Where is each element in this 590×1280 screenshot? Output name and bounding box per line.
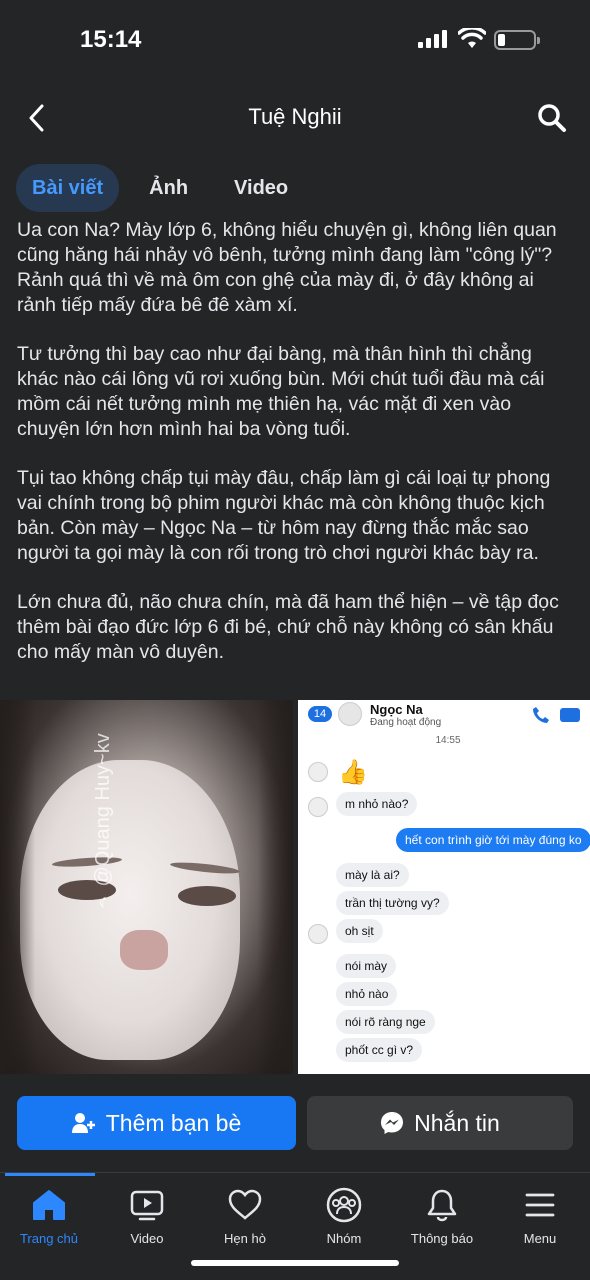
status-bar: 15:14 <box>0 0 590 82</box>
nav-label: Video <box>130 1231 164 1246</box>
search-button[interactable] <box>532 100 572 136</box>
nav-menu[interactable]: Menu <box>495 1185 585 1255</box>
add-friend-label: Thêm bạn bè <box>105 1109 242 1136</box>
post-text: Ua con Na? Mày lớp 6, không hiểu chuyện … <box>17 218 577 689</box>
nav-label: Menu <box>523 1231 557 1246</box>
chat-message: phốt cc gì v? <box>336 1038 423 1062</box>
add-friend-button[interactable]: Thêm bạn bè <box>17 1096 296 1150</box>
profile-actions: Thêm bạn bè Nhắn tin <box>0 1096 590 1152</box>
nav-label: Trang chủ <box>19 1231 79 1246</box>
chat-back-badge: 14 <box>308 706 332 722</box>
message-button[interactable]: Nhắn tin <box>307 1096 573 1150</box>
avatar <box>308 762 328 782</box>
tab-posts[interactable]: Bài viết <box>16 164 120 212</box>
message-label: Nhắn tin <box>414 1109 500 1136</box>
nav-dating[interactable]: Hẹn hò <box>200 1185 290 1255</box>
bell-icon <box>422 1185 462 1225</box>
chat-message: nói mày <box>336 954 397 978</box>
cellular-signal-icon <box>418 30 447 48</box>
video-call-icon <box>560 708 580 722</box>
post-paragraph: Lớn chưa đủ, não chưa chín, mà đã ham th… <box>17 591 559 663</box>
avatar <box>338 702 362 726</box>
profile-tabs: Bài viết Ảnh Video <box>16 164 304 212</box>
chat-header: 14 Ngọc Na Đang hoạt động <box>298 700 590 730</box>
search-icon <box>538 104 566 132</box>
chat-message: mày là ai? <box>336 863 409 887</box>
home-indicator <box>191 1260 399 1266</box>
page-title: Tuệ Nghii <box>248 104 342 129</box>
tab-photos[interactable]: Ảnh <box>133 164 204 212</box>
nav-groups[interactable]: Nhóm <box>299 1185 389 1255</box>
wifi-icon <box>458 28 486 48</box>
active-tab-indicator <box>5 1173 95 1176</box>
nav-home[interactable]: Trang chủ <box>4 1185 94 1255</box>
avatar <box>308 924 328 944</box>
nav-label: Hẹn hò <box>224 1231 266 1246</box>
nav-video[interactable]: Video <box>102 1185 192 1255</box>
groups-icon <box>324 1185 364 1225</box>
nav-label: Nhóm <box>326 1231 362 1246</box>
chat-screenshot[interactable]: 14 Ngọc Na Đang hoạt động 14:55 👍 m nhỏ … <box>298 700 590 1074</box>
chat-message: nhỏ nào <box>336 982 398 1006</box>
menu-icon <box>520 1185 560 1225</box>
video-icon <box>127 1185 167 1225</box>
tab-video[interactable]: Video <box>218 164 304 212</box>
post-paragraph: Tư tưởng thì bay cao như đại bàng, mà th… <box>17 343 545 440</box>
selfie-photo[interactable]: ♪ @Quang Huy~kv <box>0 700 293 1074</box>
chat-timestamp: 14:55 <box>435 735 461 746</box>
post-images[interactable]: ♪ @Quang Huy~kv 14 Ngọc Na Đang hoạt độn… <box>0 700 590 1074</box>
chat-message: hết con trình giờ tới mày đúng ko <box>396 828 590 852</box>
chat-contact-name: Ngọc Na <box>370 702 423 717</box>
tiktok-watermark: ♪ @Quang Huy~kv <box>92 733 114 914</box>
chat-message: nói rõ ràng nge <box>336 1010 435 1034</box>
home-icon <box>29 1185 69 1225</box>
nav-notifications[interactable]: Thông báo <box>397 1185 487 1255</box>
thumbs-up-icon: 👍 <box>338 759 368 786</box>
post-paragraph: Tụi tao không chấp tụi mày đâu, chấp làm… <box>17 467 551 564</box>
status-time: 15:14 <box>80 26 142 53</box>
avatar <box>308 797 328 817</box>
chat-message: oh sịt <box>336 919 383 943</box>
phone-icon <box>533 707 549 723</box>
post-paragraph: Ua con Na? Mày lớp 6, không hiểu chuyện … <box>17 219 557 316</box>
profile-header: Tuệ Nghii <box>0 92 590 144</box>
chat-message: trần thị tường vy? <box>336 891 449 915</box>
battery-icon <box>494 30 540 50</box>
chat-contact-status: Đang hoạt động <box>370 717 442 728</box>
chat-message: m nhỏ nào? <box>336 792 418 816</box>
nav-label: Thông báo <box>410 1231 474 1246</box>
heart-icon <box>225 1185 265 1225</box>
add-friend-icon <box>71 1113 95 1133</box>
messenger-icon <box>381 1112 404 1134</box>
